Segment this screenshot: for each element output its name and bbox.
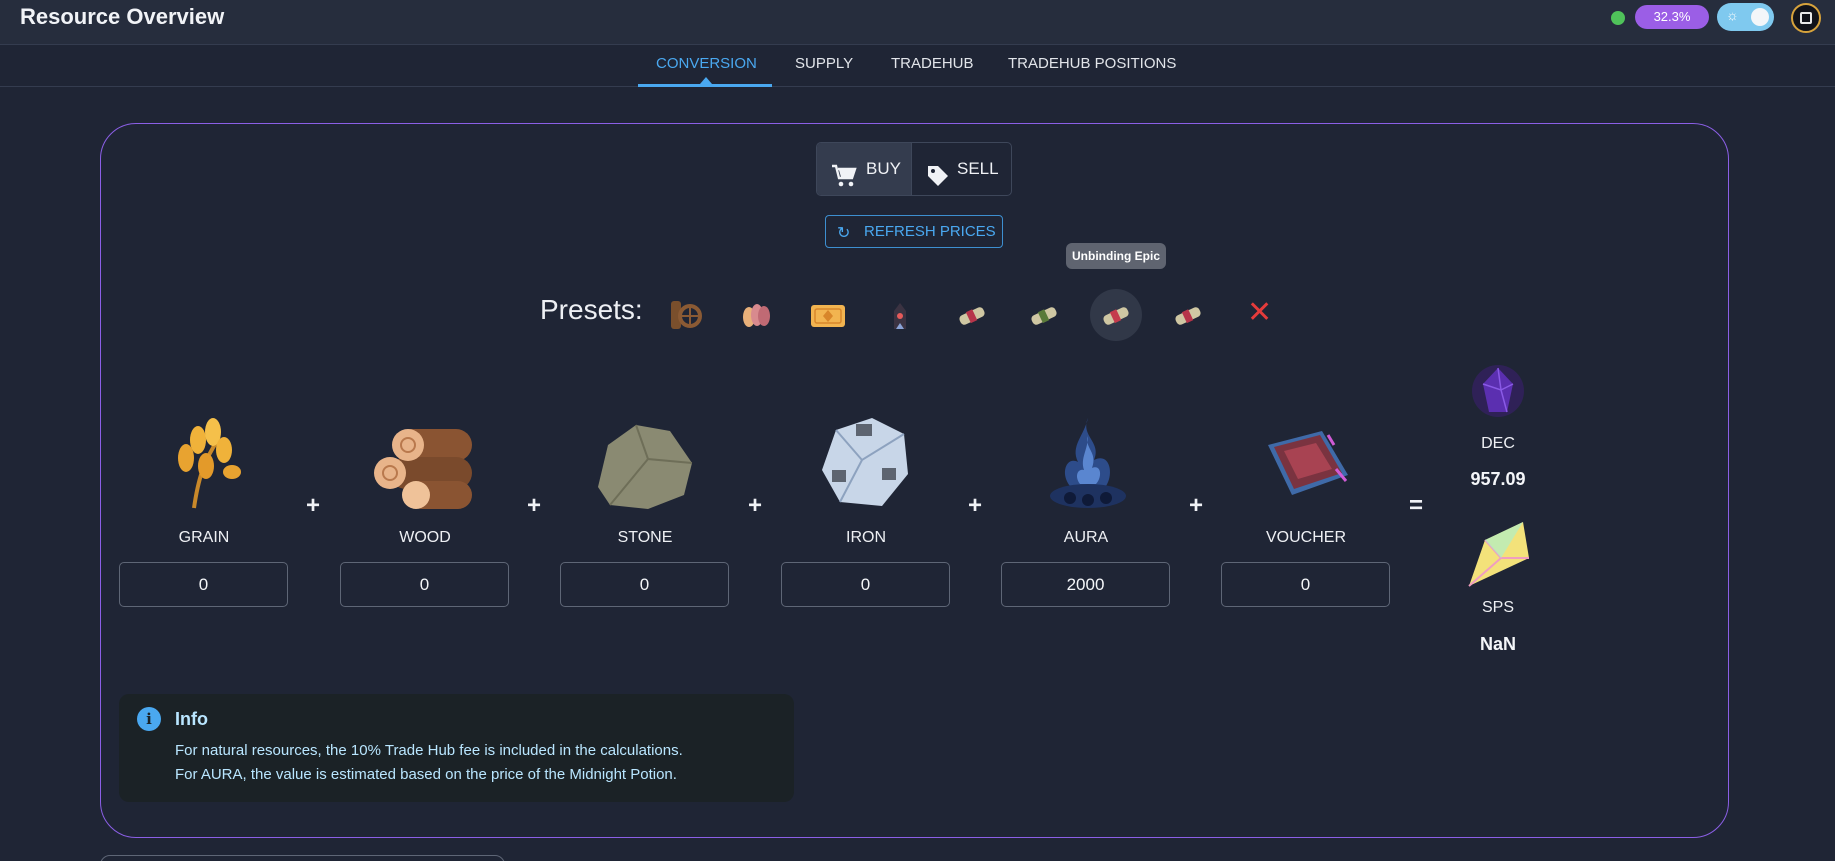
preset-scroll-2[interactable] xyxy=(1018,289,1070,341)
tab-tradehub-positions[interactable]: TRADEHUB POSITIONS xyxy=(1008,55,1176,87)
info-title: Info xyxy=(175,709,208,729)
presets-label: Presets: xyxy=(540,294,643,325)
sps-shard-icon xyxy=(1465,518,1533,595)
scroll-icon xyxy=(1103,307,1129,325)
plus-operator: + xyxy=(526,492,541,519)
wood-icon xyxy=(366,415,478,520)
plus-operator: + xyxy=(1188,492,1203,519)
buy-button[interactable]: BUY xyxy=(817,143,912,195)
seeds-icon xyxy=(743,304,770,327)
resource-label-voucher: VOUCHER xyxy=(1265,529,1346,546)
refresh-label: REFRESH PRICES xyxy=(864,223,996,240)
active-tab-notch xyxy=(700,77,712,84)
top-bar: Resource Overview 32.3% ☼ xyxy=(0,0,1835,45)
iron-input[interactable] xyxy=(781,562,950,607)
percent-badge: 32.3% xyxy=(1635,5,1709,29)
preset-scroll-3-selected[interactable] xyxy=(1090,289,1142,341)
grain-icon xyxy=(158,410,250,515)
clear-presets-button[interactable]: ✕ xyxy=(1247,298,1272,328)
preset-scroll-1[interactable] xyxy=(946,289,998,341)
wood-input[interactable] xyxy=(340,562,509,607)
sps-value: NaN xyxy=(1479,634,1516,654)
wood-and-wheel-icon xyxy=(671,301,702,329)
ticket-icon xyxy=(811,305,845,327)
grain-input[interactable] xyxy=(119,562,288,607)
toggle-knob xyxy=(1751,8,1769,26)
aura-icon xyxy=(1040,412,1136,519)
page-title: Resource Overview xyxy=(20,4,225,29)
plus-operator: + xyxy=(747,492,762,519)
sell-button[interactable]: SELL xyxy=(913,143,1011,195)
voucher-icon xyxy=(1262,425,1354,506)
info-icon: i xyxy=(137,707,161,731)
sps-label: SPS xyxy=(1481,599,1514,616)
dec-label: DEC xyxy=(1481,435,1515,452)
tab-tradehub[interactable]: TRADEHUB xyxy=(891,55,974,87)
refresh-prices-button[interactable]: ↻ REFRESH PRICES xyxy=(825,215,1003,248)
resource-label-aura: AURA xyxy=(1063,529,1109,546)
cart-icon xyxy=(831,157,857,195)
tab-supply[interactable]: SUPPLY xyxy=(795,55,853,87)
stone-icon xyxy=(588,415,700,520)
info-box: i Info For natural resources, the 10% Tr… xyxy=(119,694,794,802)
resource-label-stone: STONE xyxy=(617,529,673,546)
buy-sell-toggle: BUY SELL xyxy=(816,142,1012,196)
plus-operator: + xyxy=(967,492,982,519)
dec-crystal-icon xyxy=(1471,362,1525,425)
equals-operator: = xyxy=(1408,492,1423,519)
stone-input[interactable] xyxy=(560,562,729,607)
aura-input[interactable] xyxy=(1001,562,1170,607)
plus-operator: + xyxy=(305,492,320,519)
sun-icon: ☼ xyxy=(1726,7,1739,23)
preset-wood-and-wheel[interactable] xyxy=(659,289,711,341)
tab-bar: CONVERSION SUPPLY TRADEHUB TRADEHUB POSI… xyxy=(0,45,1835,87)
status-indicator xyxy=(1611,11,1625,25)
theme-toggle[interactable]: ☼ xyxy=(1717,3,1774,31)
avatar-icon xyxy=(1800,12,1812,24)
next-section-edge xyxy=(100,855,505,861)
sell-label: SELL xyxy=(957,159,999,178)
close-icon: ✕ xyxy=(1247,296,1273,329)
preset-seeds[interactable] xyxy=(730,289,782,341)
resource-label-iron: IRON xyxy=(846,529,886,546)
resource-label-wood: WOOD xyxy=(399,529,451,546)
preset-ticket[interactable] xyxy=(802,289,854,341)
tag-icon xyxy=(926,157,950,195)
scroll-icon xyxy=(959,307,985,325)
scroll-icon xyxy=(1031,307,1057,325)
scroll-icon xyxy=(1175,307,1201,325)
buy-label: BUY xyxy=(866,159,901,178)
preset-totem[interactable] xyxy=(874,289,926,341)
active-tab-underline xyxy=(638,84,772,87)
preset-scroll-4[interactable] xyxy=(1162,289,1214,341)
voucher-input[interactable] xyxy=(1221,562,1390,607)
avatar[interactable] xyxy=(1791,3,1821,33)
totem-icon xyxy=(894,303,906,329)
iron-icon xyxy=(812,410,916,519)
info-line: For AURA, the value is estimated based o… xyxy=(175,766,677,783)
dec-value: 957.09 xyxy=(1470,469,1526,489)
resource-label-grain: GRAIN xyxy=(178,529,230,546)
preset-tooltip: Unbinding Epic xyxy=(1066,243,1166,269)
info-line: For natural resources, the 10% Trade Hub… xyxy=(175,742,683,759)
refresh-icon: ↻ xyxy=(837,225,851,242)
